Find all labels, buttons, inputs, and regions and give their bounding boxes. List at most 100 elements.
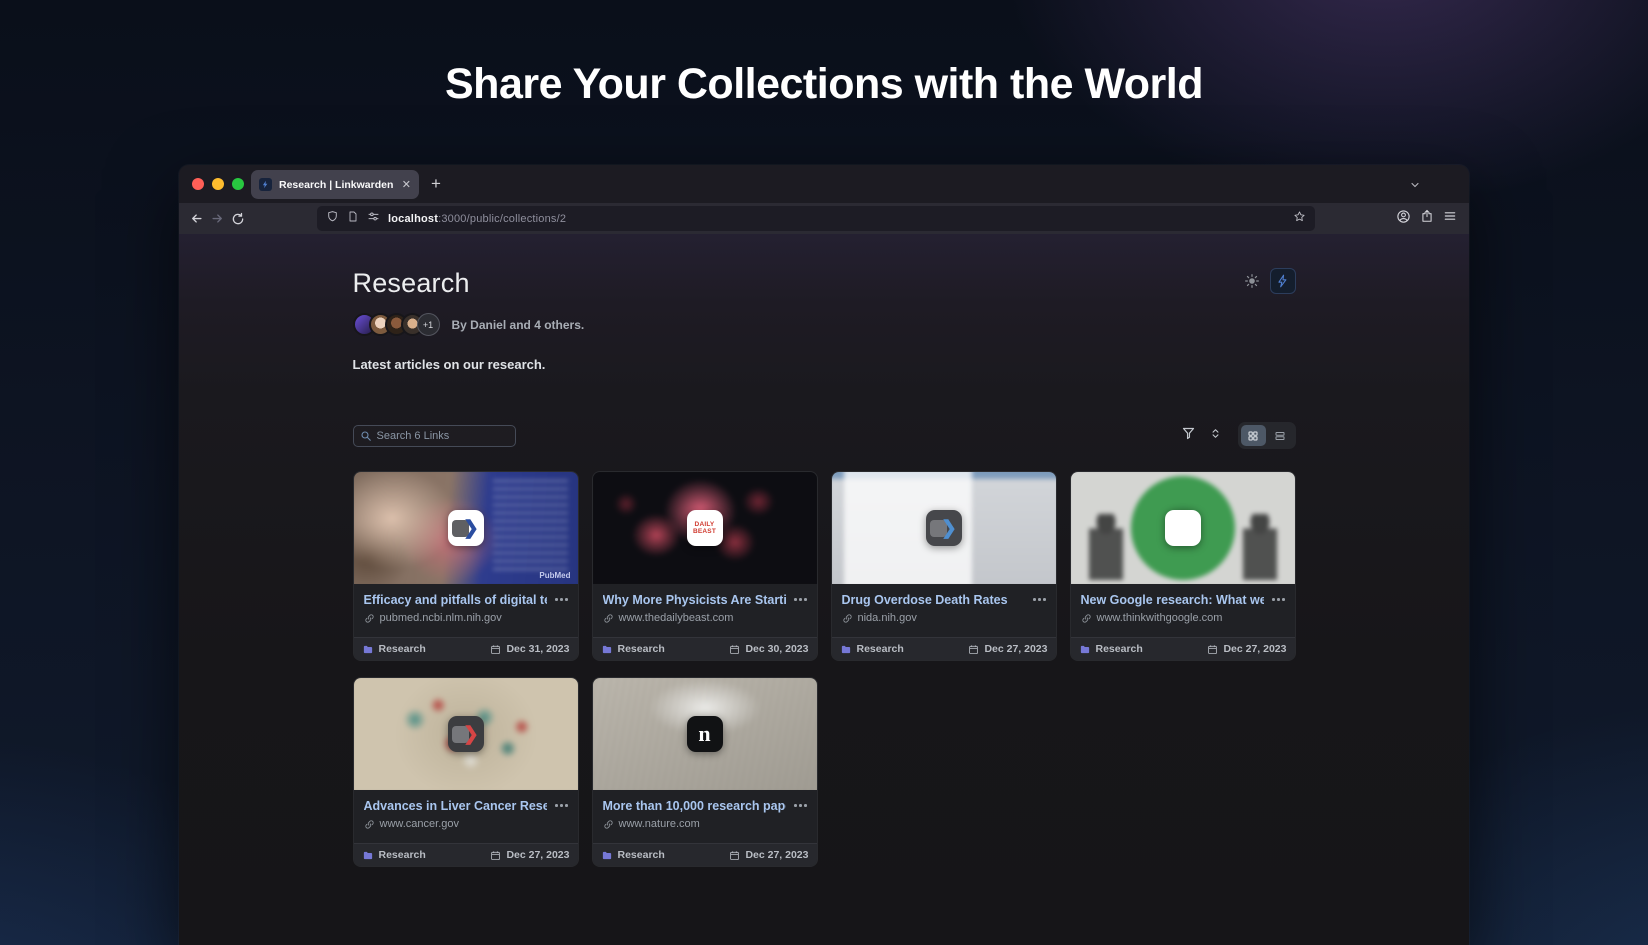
link-title[interactable]: More than 10,000 research papers ... bbox=[603, 799, 787, 813]
link-url: www.cancer.gov bbox=[379, 818, 459, 830]
collection-tag[interactable]: Research bbox=[601, 849, 665, 861]
link-card[interactable]: New Google research: What we no... www.t… bbox=[1069, 471, 1296, 661]
tab-list-chevron-icon[interactable] bbox=[1409, 178, 1421, 196]
collection-title: Research bbox=[352, 268, 470, 298]
page-title: Share Your Collections with the World bbox=[445, 60, 1203, 108]
grid-view-button[interactable] bbox=[1240, 425, 1266, 446]
maximize-window-button[interactable] bbox=[232, 178, 244, 190]
linkwarden-favicon-icon bbox=[259, 178, 272, 191]
bookmark-star-icon[interactable] bbox=[1293, 210, 1306, 228]
collection-tag[interactable]: Research bbox=[1079, 643, 1143, 655]
calendar-icon bbox=[730, 850, 740, 860]
folder-icon bbox=[602, 645, 611, 653]
close-window-button[interactable] bbox=[192, 178, 204, 190]
link-card[interactable]: ❯ Drug Overdose Death Rates nida.nih.gov… bbox=[830, 471, 1057, 661]
card-footer: Research Dec 27, 2023 bbox=[831, 637, 1056, 660]
linkwarden-logo-icon[interactable] bbox=[1269, 268, 1296, 294]
new-tab-button[interactable]: + bbox=[431, 174, 441, 194]
link-date: Dec 27, 2023 bbox=[1207, 643, 1287, 655]
collection-tag[interactable]: Research bbox=[601, 643, 665, 655]
link-icon bbox=[364, 613, 375, 624]
link-preview-image: PubMed ❯ bbox=[353, 472, 578, 584]
nature-favicon-icon: n bbox=[686, 716, 723, 752]
card-footer: Research Dec 27, 2023 bbox=[592, 843, 817, 866]
shield-icon[interactable] bbox=[326, 210, 339, 228]
search-input[interactable] bbox=[376, 429, 497, 442]
card-footer: Research Dec 30, 2023 bbox=[592, 637, 817, 660]
folder-icon bbox=[363, 851, 372, 859]
link-url: pubmed.ncbi.nlm.nih.gov bbox=[379, 612, 502, 624]
back-icon[interactable] bbox=[189, 211, 204, 226]
collection-tag[interactable]: Research bbox=[362, 849, 426, 861]
toolbar-right-icons bbox=[1396, 203, 1457, 234]
list-view-button[interactable] bbox=[1268, 425, 1293, 446]
link-title[interactable]: New Google research: What we no... bbox=[1081, 593, 1265, 607]
link-preview-image: ❯ bbox=[831, 472, 1056, 584]
folder-icon bbox=[1080, 645, 1089, 653]
more-options-icon[interactable] bbox=[794, 799, 807, 807]
reload-icon[interactable] bbox=[231, 212, 245, 226]
window-controls bbox=[192, 178, 244, 190]
filter-icon[interactable] bbox=[1181, 426, 1196, 446]
account-icon[interactable] bbox=[1396, 209, 1411, 229]
collection-tag[interactable]: Research bbox=[362, 643, 426, 655]
more-options-icon[interactable] bbox=[1033, 593, 1046, 601]
page-info-icon[interactable] bbox=[347, 210, 359, 228]
folder-icon bbox=[841, 645, 850, 653]
url-bar[interactable]: localhost:3000/public/collections/2 bbox=[317, 206, 1315, 231]
link-preview-image bbox=[1070, 472, 1295, 584]
link-icon bbox=[1081, 613, 1092, 624]
card-footer: Research Dec 27, 2023 bbox=[1070, 637, 1295, 660]
more-options-icon[interactable] bbox=[555, 593, 568, 601]
avatar-overflow-badge: +1 bbox=[416, 313, 440, 336]
link-title[interactable]: Advances in Liver Cancer Research bbox=[364, 799, 548, 813]
link-card[interactable]: n More than 10,000 research papers ... bbox=[591, 677, 818, 867]
calendar-icon bbox=[730, 644, 740, 654]
calendar-icon bbox=[1208, 644, 1218, 654]
browser-tab[interactable]: Research | Linkwarden ✕ bbox=[251, 170, 419, 199]
search-icon bbox=[360, 430, 372, 442]
cancergov-favicon-icon: ❯ bbox=[447, 716, 484, 752]
search-box[interactable] bbox=[352, 424, 516, 447]
collection-tag[interactable]: Research bbox=[840, 643, 904, 655]
more-options-icon[interactable] bbox=[555, 799, 568, 807]
calendar-icon bbox=[491, 850, 501, 860]
sort-icon[interactable] bbox=[1209, 427, 1222, 445]
link-preview-image: ❯ bbox=[353, 678, 578, 790]
nida-favicon-icon: ❯ bbox=[925, 510, 962, 546]
link-date: Dec 27, 2023 bbox=[968, 643, 1048, 655]
link-preview-image: n bbox=[592, 678, 817, 790]
link-date: Dec 31, 2023 bbox=[490, 643, 570, 655]
link-title[interactable]: Why More Physicists Are Starting to... bbox=[603, 593, 787, 607]
link-date: Dec 27, 2023 bbox=[490, 849, 570, 861]
site-settings-icon[interactable] bbox=[367, 210, 380, 228]
folder-icon bbox=[363, 645, 372, 653]
link-title[interactable]: Efficacy and pitfalls of digital techn..… bbox=[364, 593, 548, 607]
minimize-window-button[interactable] bbox=[212, 178, 224, 190]
link-card[interactable]: PubMed ❯ Efficacy and pitfalls of digita… bbox=[352, 471, 579, 661]
link-title[interactable]: Drug Overdose Death Rates bbox=[842, 593, 1008, 607]
browser-toolbar: localhost:3000/public/collections/2 bbox=[179, 203, 1469, 234]
menu-hamburger-icon[interactable] bbox=[1443, 209, 1457, 228]
dailybeast-favicon-icon: DAILY BEAST bbox=[686, 510, 723, 546]
links-grid: PubMed ❯ Efficacy and pitfalls of digita… bbox=[352, 471, 1296, 867]
thinkwithgoogle-favicon-icon bbox=[1164, 510, 1201, 546]
share-icon[interactable] bbox=[1420, 209, 1434, 228]
link-url: www.nature.com bbox=[618, 818, 700, 830]
theme-toggle-sun-icon[interactable] bbox=[1244, 273, 1260, 289]
link-icon bbox=[364, 819, 375, 830]
more-options-icon[interactable] bbox=[794, 593, 807, 601]
close-tab-icon[interactable]: ✕ bbox=[402, 178, 411, 191]
link-url: www.thedailybeast.com bbox=[618, 612, 734, 624]
more-options-icon[interactable] bbox=[1272, 593, 1285, 601]
link-card[interactable]: DAILY BEAST Why More Physicists Are Star… bbox=[591, 471, 818, 661]
link-date: Dec 30, 2023 bbox=[729, 643, 809, 655]
link-icon bbox=[603, 613, 614, 624]
browser-window: Research | Linkwarden ✕ + localhost:3000… bbox=[179, 165, 1469, 945]
collection-byline: By Daniel and 4 others. bbox=[451, 317, 585, 332]
link-icon bbox=[603, 819, 614, 830]
page-content: Research +1 By Daniel and 4 others. Late… bbox=[179, 234, 1469, 945]
forward-icon[interactable] bbox=[210, 211, 225, 226]
link-card[interactable]: ❯ Advances in Liver Cancer Research bbox=[352, 677, 579, 867]
url-text: localhost:3000/public/collections/2 bbox=[388, 212, 567, 225]
